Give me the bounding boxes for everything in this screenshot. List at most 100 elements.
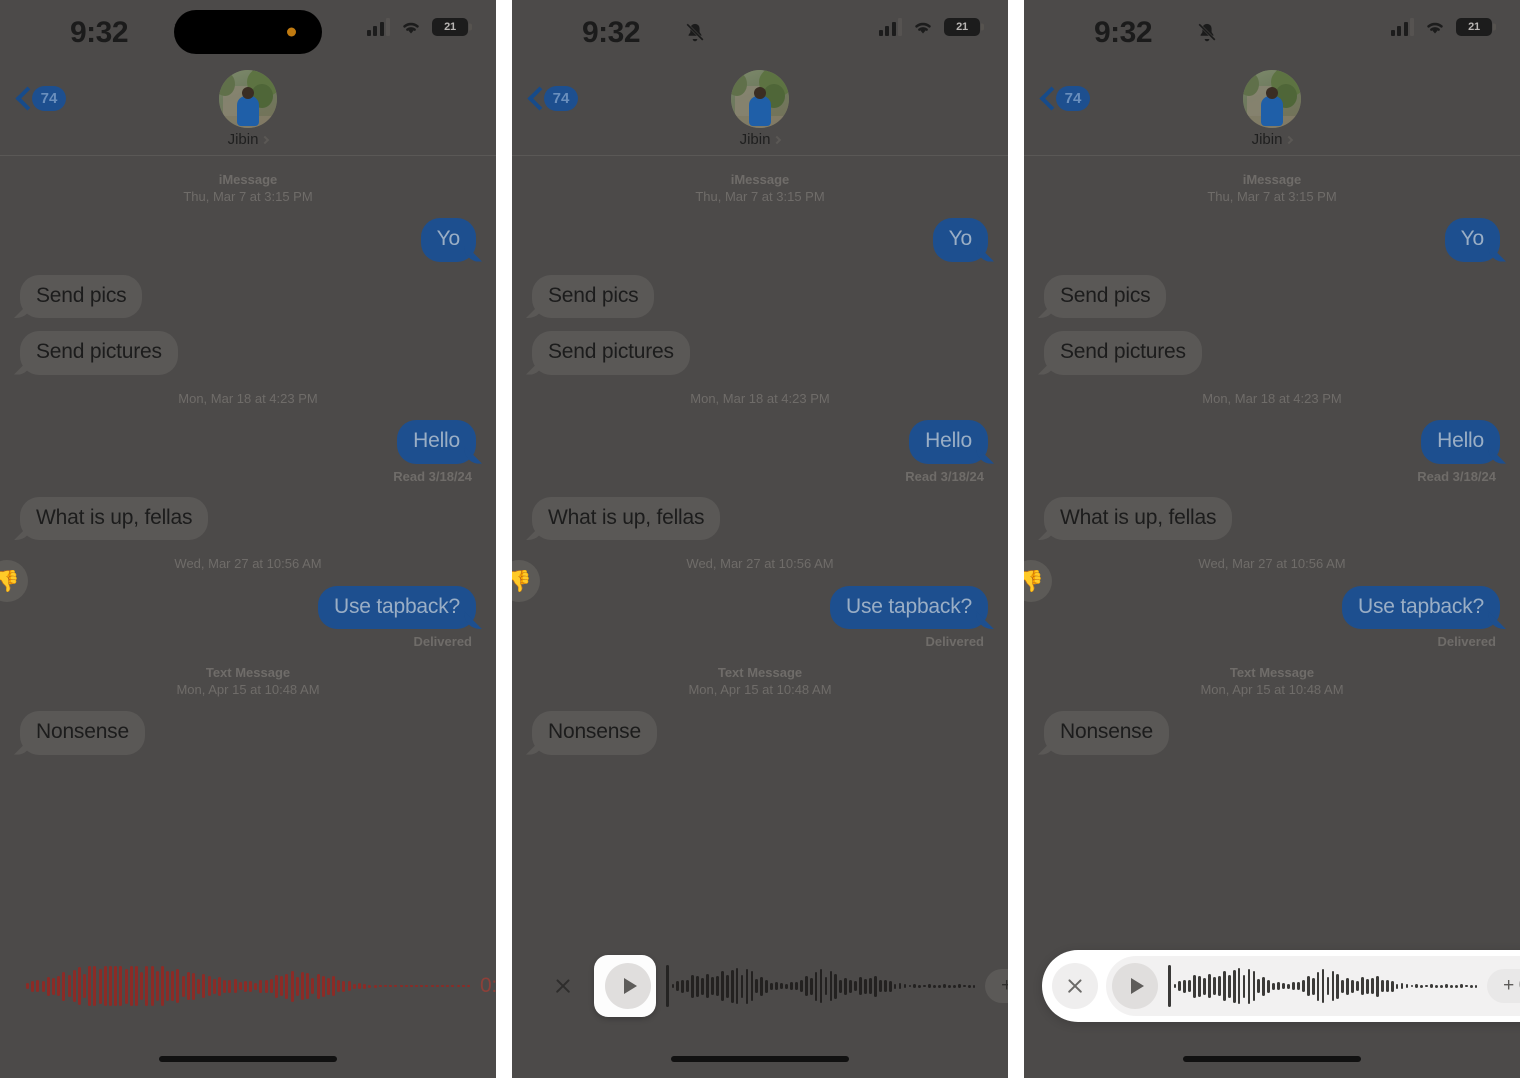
message-bubble-outgoing[interactable]: Hello	[397, 420, 476, 464]
playhead-indicator[interactable]	[1168, 965, 1171, 1007]
message-row: Hello	[1044, 420, 1500, 464]
avatar	[219, 70, 277, 128]
stamp-label: iMessage	[730, 172, 790, 187]
message-bubble-incoming[interactable]: What is up, fellas	[1044, 496, 1233, 541]
message-row: What is up, fellas	[1044, 496, 1500, 541]
message-row: Send pics	[1044, 274, 1500, 319]
stamp-datetime: Wed, Mar 27 at 10:56 AM	[1198, 556, 1346, 572]
play-triangle-glyph	[1130, 978, 1144, 994]
contact-header[interactable]: Jibin	[1243, 70, 1301, 148]
battery-percent: 21	[444, 21, 456, 33]
message-bubble-incoming[interactable]: Nonsense	[20, 711, 145, 755]
message-bubble-outgoing[interactable]: Yo	[420, 218, 476, 262]
nav-bar: 74 Jibin	[0, 64, 496, 156]
message-row: 👎 Use tapback?	[0, 559, 476, 630]
timestamp-divider: Wed, Mar 27 at 10:56 AM	[20, 556, 476, 573]
audio-preview-bar[interactable]: + 0:11	[512, 940, 1008, 1032]
message-row: Nonsense	[532, 711, 988, 755]
message-bubble-outgoing[interactable]: Yo	[1444, 218, 1500, 262]
nav-bar: 74 Jibin	[1024, 64, 1520, 156]
message-bubble-incoming[interactable]: Send pictures	[20, 331, 178, 375]
message-row: Send pics	[20, 274, 476, 319]
message-bubble-incoming[interactable]: What is up, fellas	[532, 496, 721, 541]
message-row: What is up, fellas	[532, 496, 988, 541]
message-bubble-incoming[interactable]: Send pics	[20, 274, 143, 319]
timestamp-divider: Mon, Mar 18 at 4:23 PM	[20, 391, 476, 408]
stamp-label: iMessage	[1242, 172, 1302, 187]
message-row: Yo	[532, 218, 988, 262]
home-indicator	[1183, 1056, 1361, 1062]
stamp-datetime: Thu, Mar 7 at 3:15 PM	[183, 188, 313, 204]
message-bubble-incoming[interactable]: Nonsense	[532, 711, 657, 755]
delivery-receipt: Delivered	[1437, 634, 1496, 650]
audio-duration-badge: + 0:11	[985, 969, 1008, 1003]
wifi-icon	[1427, 22, 1443, 34]
message-bubble-incoming[interactable]: Send pictures	[1044, 331, 1202, 375]
stamp-label: Text Message	[205, 665, 291, 681]
contact-header[interactable]: Jibin	[731, 70, 789, 148]
back-button[interactable]: 74	[16, 86, 66, 111]
message-bubble-outgoing[interactable]: Yo	[932, 218, 988, 262]
battery-icon: 21	[432, 18, 472, 36]
message-bubble-incoming[interactable]: What is up, fellas	[20, 496, 209, 541]
audio-preview-bar[interactable]: + 0:11	[1024, 940, 1520, 1032]
cellular-signal-icon	[878, 18, 902, 36]
chevron-left-icon	[528, 87, 541, 111]
contact-name: Jibin	[740, 131, 782, 148]
three-panel-screenshot-board: 9:32 21 74 Jibin iMessage Thu, Mar 7 at …	[0, 0, 1524, 1078]
message-row: Yo	[1044, 218, 1500, 262]
timestamp-divider: Mon, Mar 18 at 4:23 PM	[532, 391, 988, 408]
phone-panel-2: 9:32 21 74 Jibin iMessage Thu, Mar 7 at …	[512, 0, 1008, 1078]
timestamp-divider: iMessage Thu, Mar 7 at 3:15 PM	[532, 172, 988, 205]
status-time: 9:32	[582, 16, 641, 49]
message-row: Send pictures	[1044, 331, 1500, 375]
play-button[interactable]	[594, 955, 656, 1017]
message-row: Nonsense	[1044, 711, 1500, 755]
stamp-datetime: Wed, Mar 27 at 10:56 AM	[174, 556, 322, 572]
message-bubble-outgoing[interactable]: Use tapback?	[829, 585, 988, 630]
message-bubble-incoming[interactable]: Nonsense	[1044, 711, 1169, 755]
message-row: Send pics	[532, 274, 988, 319]
timestamp-divider: Text Message Mon, Apr 15 at 10:48 AM	[532, 665, 988, 698]
message-row: Yo	[20, 218, 476, 262]
message-bubble-incoming[interactable]: Send pictures	[532, 331, 690, 375]
chevron-left-icon	[16, 87, 29, 111]
message-bubble-outgoing[interactable]: Use tapback?	[1341, 585, 1500, 630]
silent-bell-icon	[685, 22, 705, 42]
timestamp-divider: Text Message Mon, Apr 15 at 10:48 AM	[1044, 665, 1500, 698]
battery-icon: 21	[1456, 18, 1496, 36]
status-time: 9:32	[1094, 16, 1153, 49]
message-bubble-incoming[interactable]: Send pics	[532, 274, 655, 319]
contact-name-text: Jibin	[1251, 131, 1283, 148]
stamp-label: Text Message	[1229, 665, 1315, 681]
wifi-icon	[403, 22, 419, 34]
wifi-icon	[915, 22, 931, 34]
avatar	[731, 70, 789, 128]
contact-header[interactable]: Jibin	[219, 70, 277, 148]
message-row: 👎 Use tapback?	[512, 559, 988, 630]
play-icon[interactable]	[1112, 963, 1158, 1009]
play-triangle-glyph	[623, 978, 637, 994]
phone-panel-3: 9:32 21 74 Jibin iMessage Thu, Mar 7 at …	[1024, 0, 1520, 1078]
close-button[interactable]	[1052, 963, 1098, 1009]
timestamp-divider: Text Message Mon, Apr 15 at 10:48 AM	[20, 665, 476, 698]
message-bubble-outgoing[interactable]: Hello	[909, 420, 988, 464]
back-button[interactable]: 74	[1040, 86, 1090, 111]
message-bubble-incoming[interactable]: Send pics	[1044, 274, 1167, 319]
playhead-indicator[interactable]	[666, 965, 669, 1007]
close-button[interactable]	[540, 963, 586, 1009]
cellular-signal-icon	[366, 18, 390, 36]
dynamic-island	[174, 10, 322, 54]
back-button[interactable]: 74	[528, 86, 578, 111]
battery-nub	[1493, 23, 1496, 31]
message-bubble-outgoing[interactable]: Hello	[1421, 420, 1500, 464]
message-bubble-outgoing[interactable]: Use tapback?	[317, 585, 476, 630]
stamp-datetime: Thu, Mar 7 at 3:15 PM	[695, 188, 825, 204]
stamp-datetime: Mon, Mar 18 at 4:23 PM	[1202, 390, 1342, 406]
status-bar: 9:32 21	[512, 0, 1008, 64]
timestamp-divider: iMessage Thu, Mar 7 at 3:15 PM	[20, 172, 476, 205]
status-bar: 9:32 21	[0, 0, 496, 64]
audio-player: + 0:11	[594, 955, 1008, 1017]
audio-recording-bar[interactable]: 0:10	[0, 940, 496, 1032]
status-indicators: 21	[366, 18, 472, 36]
